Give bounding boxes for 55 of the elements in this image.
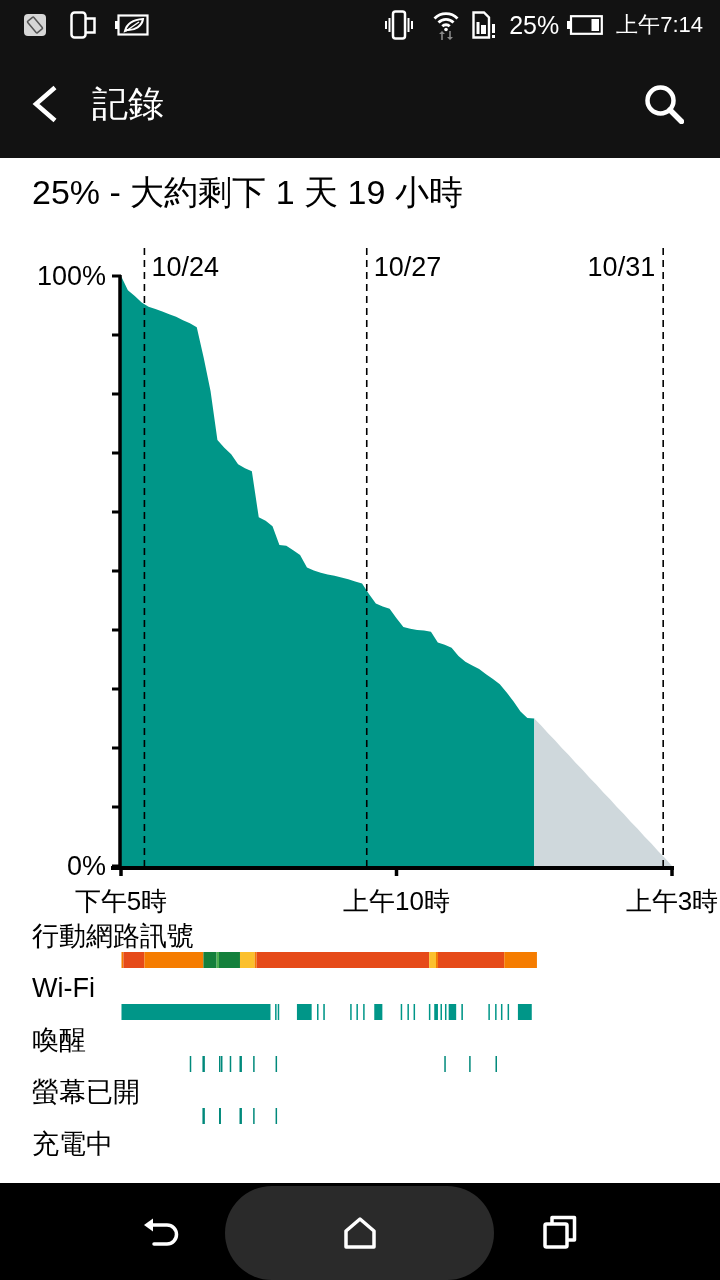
back-arrow-icon [143,1216,179,1247]
recent-apps-icon [543,1214,577,1249]
axis-label: 100% [36,261,106,292]
axis-label: 上午3時 [625,886,719,916]
rotation-icon [24,14,46,36]
timeline-label: Wi-Fi [31,972,96,1004]
date-label: 10/31 [587,252,656,282]
awake-mark [239,1056,242,1072]
wifi-segment [400,1004,403,1020]
awake-mark [444,1056,446,1072]
date-label: 10/24 [151,252,219,282]
timeline-label: 喚醒 [31,1024,87,1056]
search-icon [644,84,684,124]
timeline-label: 充電中 [31,1128,114,1160]
date-label: 10/27 [373,252,442,282]
axis-label: 上午10時 [343,886,450,916]
screen-on-mark [219,1108,221,1124]
screen-on-mark [253,1108,255,1124]
vibrate-icon [385,10,414,40]
wifi-segment [428,1004,431,1020]
awake-mark [495,1056,497,1072]
awake-mark [229,1056,232,1072]
battery-percent: 25% [509,10,560,40]
back-nav-button[interactable] [143,1216,179,1247]
wifi-segment [413,1004,416,1020]
back-icon [32,85,58,123]
awake-mark [469,1056,471,1072]
back-button[interactable] [32,85,58,123]
clock: 上午7:14 [616,11,703,39]
sim-card-icon [472,11,497,39]
timeline-label: 行動網路訊號 [31,920,195,952]
axis-label: 0% [66,851,106,882]
axis-label: 下午5時 [74,886,168,916]
battery-icon [567,15,604,35]
timeline-label: 螢幕已開 [31,1076,141,1108]
screen-on-mark [239,1108,242,1124]
screen-on-mark [202,1108,205,1124]
wifi-segment [296,1004,312,1020]
wifi-segment [507,1004,510,1020]
page-title: 記錄 [92,82,164,126]
awake-mark [275,1056,278,1072]
awake-mark [189,1056,192,1072]
battery-leaf-icon [115,14,149,36]
wifi-segment [500,1004,503,1020]
search-button[interactable] [644,84,684,124]
awake-mark [202,1056,205,1072]
awake-mark [253,1056,255,1072]
wifi-segment [434,1004,438,1020]
screen-on-mark [275,1108,278,1124]
devices-icon [70,11,96,39]
battery-summary: 25% - 大約剩下 1 天 19 小時 [31,172,464,212]
wifi-segment [374,1004,383,1020]
home-icon [343,1216,376,1249]
recent-apps-button[interactable] [543,1214,577,1249]
wifi-segment [517,1004,532,1020]
